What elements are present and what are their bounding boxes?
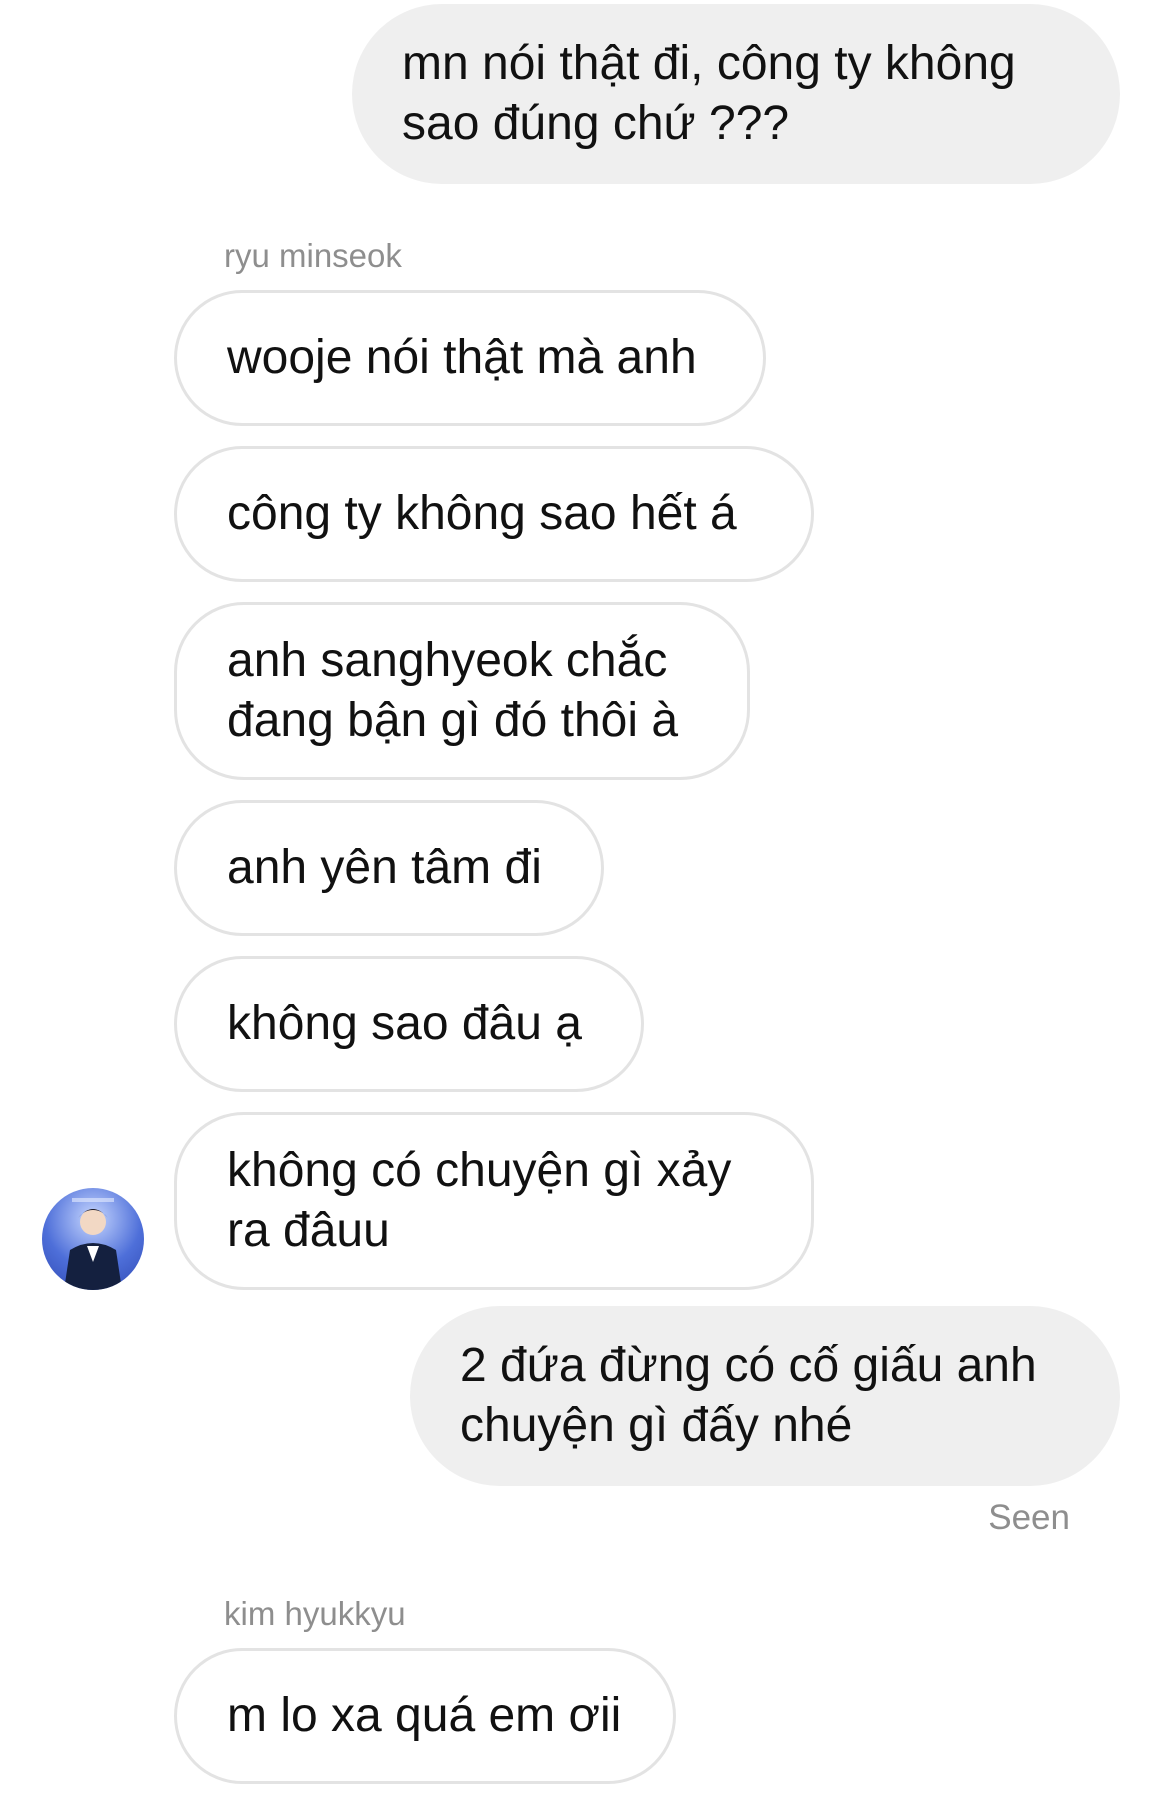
incoming-message-bubble[interactable]: wooje nói thật mà anh — [174, 290, 766, 426]
message-text: wooje nói thật mà anh — [227, 331, 697, 384]
message-text: không có chuyện gì xảy ra đâuu — [227, 1144, 732, 1257]
incoming-message-bubble[interactable]: anh sanghyeok chắc đang bận gì đó thôi à — [174, 602, 750, 780]
message-text: công ty không sao hết á — [227, 487, 737, 540]
incoming-message-bubble[interactable]: m lo xa quá em ơii — [174, 1648, 676, 1784]
message-text: m lo xa quá em ơii — [227, 1689, 622, 1742]
message-text: 2 đứa đừng có cố giấu anh chuyện gì đấy … — [460, 1339, 1037, 1452]
outgoing-message-bubble[interactable]: mn nói thật đi, công ty không sao đúng c… — [352, 4, 1120, 184]
sender-name: kim hyukkyu — [224, 1595, 406, 1632]
incoming-message-bubble[interactable]: anh yên tâm đi — [174, 800, 604, 936]
incoming-message-bubble[interactable]: không có chuyện gì xảy ra đâuu — [174, 1112, 814, 1290]
message-text: anh yên tâm đi — [227, 841, 542, 894]
message-text: mn nói thật đi, công ty không sao đúng c… — [402, 37, 1016, 150]
seen-status: Seen — [988, 1498, 1070, 1537]
incoming-message-bubble[interactable]: công ty không sao hết á — [174, 446, 814, 582]
message-text: anh sanghyeok chắc đang bận gì đó thôi à — [227, 634, 679, 747]
user-avatar-icon[interactable] — [42, 1188, 144, 1290]
incoming-message-bubble[interactable]: không sao đâu ạ — [174, 956, 644, 1092]
outgoing-message-bubble[interactable]: 2 đứa đừng có cố giấu anh chuyện gì đấy … — [410, 1306, 1120, 1486]
avatar-figure — [64, 1198, 122, 1290]
message-text: không sao đâu ạ — [227, 997, 582, 1050]
sender-name: ryu minseok — [224, 237, 402, 274]
